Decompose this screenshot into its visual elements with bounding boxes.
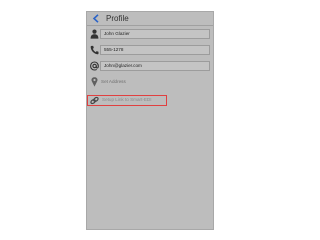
smart-edi-row[interactable]: Setup Link to Smart-EDI bbox=[87, 95, 167, 106]
address-row[interactable]: Set Address bbox=[87, 77, 213, 88]
link-icon bbox=[90, 96, 99, 105]
set-address-link[interactable]: Set Address bbox=[101, 78, 126, 86]
name-row: John Glazier bbox=[87, 29, 213, 40]
phone-field[interactable]: 555-1278 bbox=[100, 45, 210, 55]
phone-icon bbox=[90, 45, 99, 55]
screenshot-stage: Profile John Glazier 555-1278 John@glazi… bbox=[0, 0, 300, 240]
phone-row: 555-1278 bbox=[87, 45, 213, 56]
profile-screen: Profile John Glazier 555-1278 John@glazi… bbox=[86, 11, 214, 230]
app-header: Profile bbox=[87, 12, 213, 26]
at-sign-icon bbox=[90, 61, 99, 71]
chevron-left-icon[interactable] bbox=[92, 14, 100, 23]
setup-link-label[interactable]: Setup Link to Smart-EDI bbox=[102, 96, 152, 104]
page-title: Profile bbox=[106, 14, 129, 23]
name-field[interactable]: John Glazier bbox=[100, 29, 210, 39]
map-pin-icon bbox=[91, 77, 98, 87]
email-row: John@glazier.com bbox=[87, 61, 213, 72]
person-icon bbox=[90, 29, 99, 39]
email-field[interactable]: John@glazier.com bbox=[100, 61, 210, 71]
